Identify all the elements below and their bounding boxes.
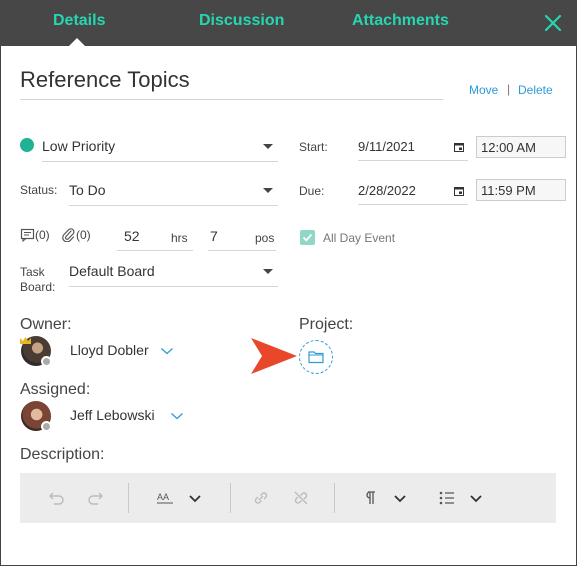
all-day-label: All Day Event xyxy=(323,231,396,245)
move-link[interactable]: Move xyxy=(469,83,498,97)
chevron-down-icon xyxy=(263,269,273,274)
task-title[interactable]: Reference Topics xyxy=(20,67,190,93)
chevron-down-icon[interactable] xyxy=(160,347,174,355)
tab-attachments[interactable]: Attachments xyxy=(352,12,449,30)
due-label: Due: xyxy=(299,184,325,198)
status-label: Status: xyxy=(20,183,58,197)
assigned-name[interactable]: Jeff Lebowski xyxy=(70,407,155,423)
calendar-icon[interactable] xyxy=(454,186,464,196)
due-date-input[interactable]: 2/28/2022 xyxy=(358,181,468,205)
undo-icon[interactable] xyxy=(45,487,67,509)
list-icon[interactable] xyxy=(436,487,458,509)
unlink-icon[interactable] xyxy=(290,487,312,509)
add-project-button[interactable] xyxy=(299,340,333,374)
owner-label: Owner: xyxy=(20,316,72,333)
tab-discussion[interactable]: Discussion xyxy=(199,12,284,30)
toolbar-divider xyxy=(334,483,335,513)
link-icon[interactable] xyxy=(250,487,272,509)
start-time-input[interactable]: 12:00 AM xyxy=(476,136,566,158)
active-tab-indicator xyxy=(69,38,85,46)
task-board-underline xyxy=(69,286,278,287)
hours-unit: hrs xyxy=(171,231,188,245)
due-date-value: 2/28/2022 xyxy=(358,183,416,198)
title-underline xyxy=(20,99,443,100)
notes-count: (0) xyxy=(35,228,50,242)
notes-icon[interactable] xyxy=(20,228,35,242)
redo-icon[interactable] xyxy=(85,487,107,509)
project-label: Project: xyxy=(299,316,354,333)
crown-icon xyxy=(20,337,31,344)
start-label: Start: xyxy=(299,140,328,154)
toolbar-divider xyxy=(230,483,231,513)
owner-name[interactable]: Lloyd Dobler xyxy=(70,342,149,358)
chevron-down-icon[interactable] xyxy=(170,412,184,420)
hours-value: 52 xyxy=(124,228,140,244)
action-separator: | xyxy=(507,82,511,96)
header-bar: Details Discussion Attachments xyxy=(0,0,577,46)
paperclip-icon[interactable] xyxy=(61,227,75,242)
start-date-underline xyxy=(358,160,468,161)
description-label: Description: xyxy=(20,446,105,463)
status-value: To Do xyxy=(69,182,106,198)
status-underline xyxy=(69,205,278,206)
pos-input[interactable]: 7 pos xyxy=(208,225,276,251)
calendar-icon[interactable] xyxy=(454,142,464,152)
svg-text:AA: AA xyxy=(157,492,169,502)
all-day-checkbox[interactable] xyxy=(300,230,315,245)
priority-color-dot xyxy=(20,138,34,152)
editor-toolbar: AA xyxy=(20,473,556,523)
checkmark-icon xyxy=(302,233,313,242)
owner-status-dot xyxy=(41,356,52,367)
chevron-down-icon[interactable] xyxy=(184,487,206,509)
assigned-status-dot xyxy=(41,421,52,432)
tab-details[interactable]: Details xyxy=(53,12,105,30)
chevron-down-icon[interactable] xyxy=(389,487,411,509)
attachments-count: (0) xyxy=(76,228,91,242)
start-date-input[interactable]: 9/11/2021 xyxy=(358,137,468,161)
priority-value: Low Priority xyxy=(42,138,116,154)
priority-select[interactable]: Low Priority xyxy=(42,136,278,162)
hours-input[interactable]: 52 hrs xyxy=(117,225,193,251)
delete-link[interactable]: Delete xyxy=(518,83,553,97)
due-time-input[interactable]: 11:59 PM xyxy=(476,179,566,201)
task-board-label-line1: Task xyxy=(20,265,45,279)
hours-underline xyxy=(117,250,193,251)
pos-value: 7 xyxy=(210,228,218,244)
priority-underline xyxy=(42,161,278,162)
pointer-arrow-icon xyxy=(251,338,297,374)
due-date-underline xyxy=(358,204,468,205)
status-select[interactable]: To Do xyxy=(69,180,278,206)
close-icon[interactable] xyxy=(543,13,563,33)
font-size-icon[interactable]: AA xyxy=(154,487,176,509)
chevron-down-icon[interactable] xyxy=(465,487,487,509)
start-date-value: 9/11/2021 xyxy=(358,139,415,154)
assigned-label: Assigned: xyxy=(20,381,91,398)
task-board-value: Default Board xyxy=(69,263,155,279)
toolbar-divider xyxy=(128,483,129,513)
chevron-down-icon xyxy=(263,144,273,149)
task-board-select[interactable]: Default Board xyxy=(69,261,278,287)
chevron-down-icon xyxy=(263,188,273,193)
pos-underline xyxy=(208,250,276,251)
folder-icon xyxy=(308,351,324,364)
pos-unit: pos xyxy=(255,231,275,245)
task-board-label-line2: Board: xyxy=(20,280,56,294)
paragraph-icon[interactable] xyxy=(359,487,381,509)
